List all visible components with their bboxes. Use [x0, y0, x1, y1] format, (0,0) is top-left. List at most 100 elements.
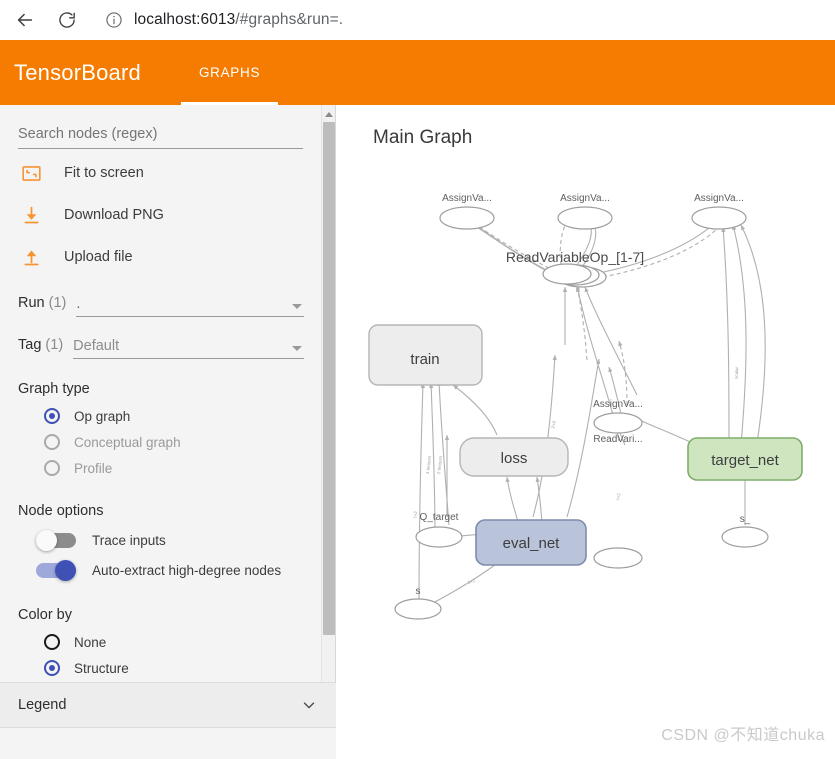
node-label: s_ — [740, 514, 751, 525]
toggle-knob — [36, 529, 57, 551]
node-assign-va-2[interactable]: AssignVa... — [557, 193, 613, 230]
node-assign-va-4[interactable]: AssignVa... — [593, 399, 643, 434]
edge-label: ?×2 — [616, 492, 622, 500]
tag-value: Default — [73, 338, 120, 354]
edge-label: 4 tensors — [425, 455, 432, 475]
browser-toolbar: localhost:6013/#graphs&run=. — [0, 0, 835, 40]
radio-color-none-label: None — [74, 634, 107, 650]
tab-graphs[interactable]: GRAPHS — [180, 40, 279, 105]
radio-color-structure-label: Structure — [74, 660, 129, 676]
download-icon — [18, 202, 44, 228]
node-label: AssignVa... — [694, 193, 744, 204]
run-count: (1) — [48, 295, 67, 311]
edge-label: 2×4 — [550, 420, 556, 429]
radio-conceptual-graph[interactable]: Conceptual graph — [18, 429, 304, 455]
search-input[interactable] — [18, 126, 303, 149]
download-png-label: Download PNG — [64, 207, 164, 223]
toggle-auto-extract[interactable]: Auto-extract high-degree nodes — [18, 555, 304, 585]
fit-to-screen-label: Fit to screen — [64, 165, 144, 181]
node-label: eval_net — [503, 535, 561, 552]
node-eval-net[interactable]: eval_net — [475, 519, 587, 566]
brand-title: TensorBoard — [14, 59, 141, 85]
tensorboard-header: TensorBoard GRAPHS — [0, 40, 835, 105]
edge-label: scalar — [734, 366, 739, 379]
graph-type-title: Graph type — [18, 381, 90, 397]
address-bar[interactable]: localhost:6013/#graphs&run=. — [94, 6, 825, 34]
graph-svg[interactable]: AssignVa... AssignVa... AssignVa... Read… — [337, 105, 835, 759]
download-png-button[interactable]: Download PNG — [18, 197, 304, 233]
node-assign-va-3[interactable]: AssignVa... — [691, 193, 747, 230]
tag-count: (1) — [45, 337, 64, 353]
radio-indicator — [44, 460, 60, 476]
url-host: localhost:6013 — [134, 11, 236, 28]
url-text: localhost:6013/#graphs&run=. — [134, 11, 343, 29]
run-label: Run (1) — [18, 295, 67, 311]
chevron-down-icon[interactable] — [300, 696, 318, 714]
toggle-switch[interactable] — [36, 529, 76, 551]
tag-field[interactable]: Default — [73, 335, 304, 359]
color-by-title: Color by — [18, 607, 72, 623]
node-target-net[interactable]: target_net — [687, 437, 803, 481]
watermark: CSDN @不知道chuka — [661, 727, 825, 744]
upload-file-button[interactable]: Upload file — [18, 239, 304, 275]
edge-label: 7×2 — [413, 511, 418, 519]
chevron-down-icon — [292, 304, 302, 309]
node-train[interactable]: train — [368, 324, 483, 386]
radio-indicator — [44, 434, 60, 450]
node-options-title: Node options — [18, 503, 104, 519]
chevron-down-icon — [292, 346, 302, 351]
back-arrow-icon[interactable] — [10, 5, 40, 35]
sidebar-scroll-content: Fit to screen Download PNG Upload fi — [0, 105, 322, 705]
run-field[interactable]: . — [76, 293, 304, 317]
node-assign-va-1[interactable]: AssignVa... — [439, 193, 495, 230]
toggle-trace-inputs-label: Trace inputs — [92, 532, 166, 548]
scroll-up-arrow-icon[interactable] — [322, 107, 336, 121]
edge-label: 2 tensors — [436, 455, 443, 475]
node-label: s — [416, 586, 421, 597]
radio-op-graph[interactable]: Op graph — [18, 403, 304, 429]
sidebar-scrollbar[interactable] — [321, 105, 335, 705]
toggle-knob — [55, 559, 76, 581]
node-label: AssignVa... — [560, 193, 610, 204]
toggle-auto-extract-label: Auto-extract high-degree nodes — [92, 562, 282, 578]
tag-label: Tag (1) — [18, 337, 64, 353]
radio-profile[interactable]: Profile — [18, 455, 304, 481]
run-selector[interactable]: Run (1) . — [18, 279, 304, 317]
radio-color-none[interactable]: None — [18, 629, 304, 655]
node-label: AssignVa... — [442, 193, 492, 204]
node-s-bottom[interactable]: s — [394, 586, 442, 620]
radio-op-graph-label: Op graph — [74, 408, 131, 424]
url-path: /#graphs&run=. — [235, 11, 344, 28]
node-q-target[interactable]: Q_target — [415, 512, 463, 548]
node-label: loss — [501, 450, 528, 467]
sidebar-footer — [0, 728, 336, 759]
node-readvariableop-group[interactable]: ReadVariableOp_[1-7] — [506, 249, 644, 288]
fit-to-screen-button[interactable]: Fit to screen — [18, 155, 304, 191]
nav-tabs: GRAPHS — [180, 40, 279, 105]
radio-conceptual-graph-label: Conceptual graph — [74, 434, 181, 450]
node-loss[interactable]: loss — [459, 437, 569, 477]
node-label: AssignVa... — [593, 399, 643, 410]
radio-indicator — [44, 660, 60, 676]
fit-to-screen-icon — [18, 160, 44, 186]
reload-icon[interactable] — [52, 5, 82, 35]
radio-color-structure[interactable]: Structure — [18, 655, 304, 681]
tab-graphs-label: GRAPHS — [198, 65, 261, 80]
sidebar: Fit to screen Download PNG Upload fi — [0, 105, 336, 759]
upload-icon — [18, 244, 44, 270]
scrollbar-thumb[interactable] — [323, 122, 335, 635]
tag-selector[interactable]: Tag (1) Default — [18, 321, 304, 359]
legend-panel-header[interactable]: Legend — [0, 682, 336, 728]
legend-label: Legend — [18, 697, 67, 713]
toggle-trace-inputs[interactable]: Trace inputs — [18, 525, 304, 555]
node-label: Q_target — [420, 512, 459, 523]
node-s-underscore[interactable]: s_ — [721, 514, 769, 548]
node-label: ReadVariableOp_[1-7] — [506, 249, 644, 265]
graph-canvas[interactable]: Main Graph AssignVa... AssignVa... Assig… — [337, 105, 835, 759]
radio-indicator — [44, 634, 60, 650]
node-label: target_net — [711, 452, 779, 469]
node-label: train — [410, 351, 439, 368]
toggle-switch[interactable] — [36, 559, 76, 581]
info-circle-icon[interactable] — [104, 10, 124, 30]
node-label: ReadVari... — [593, 434, 642, 445]
